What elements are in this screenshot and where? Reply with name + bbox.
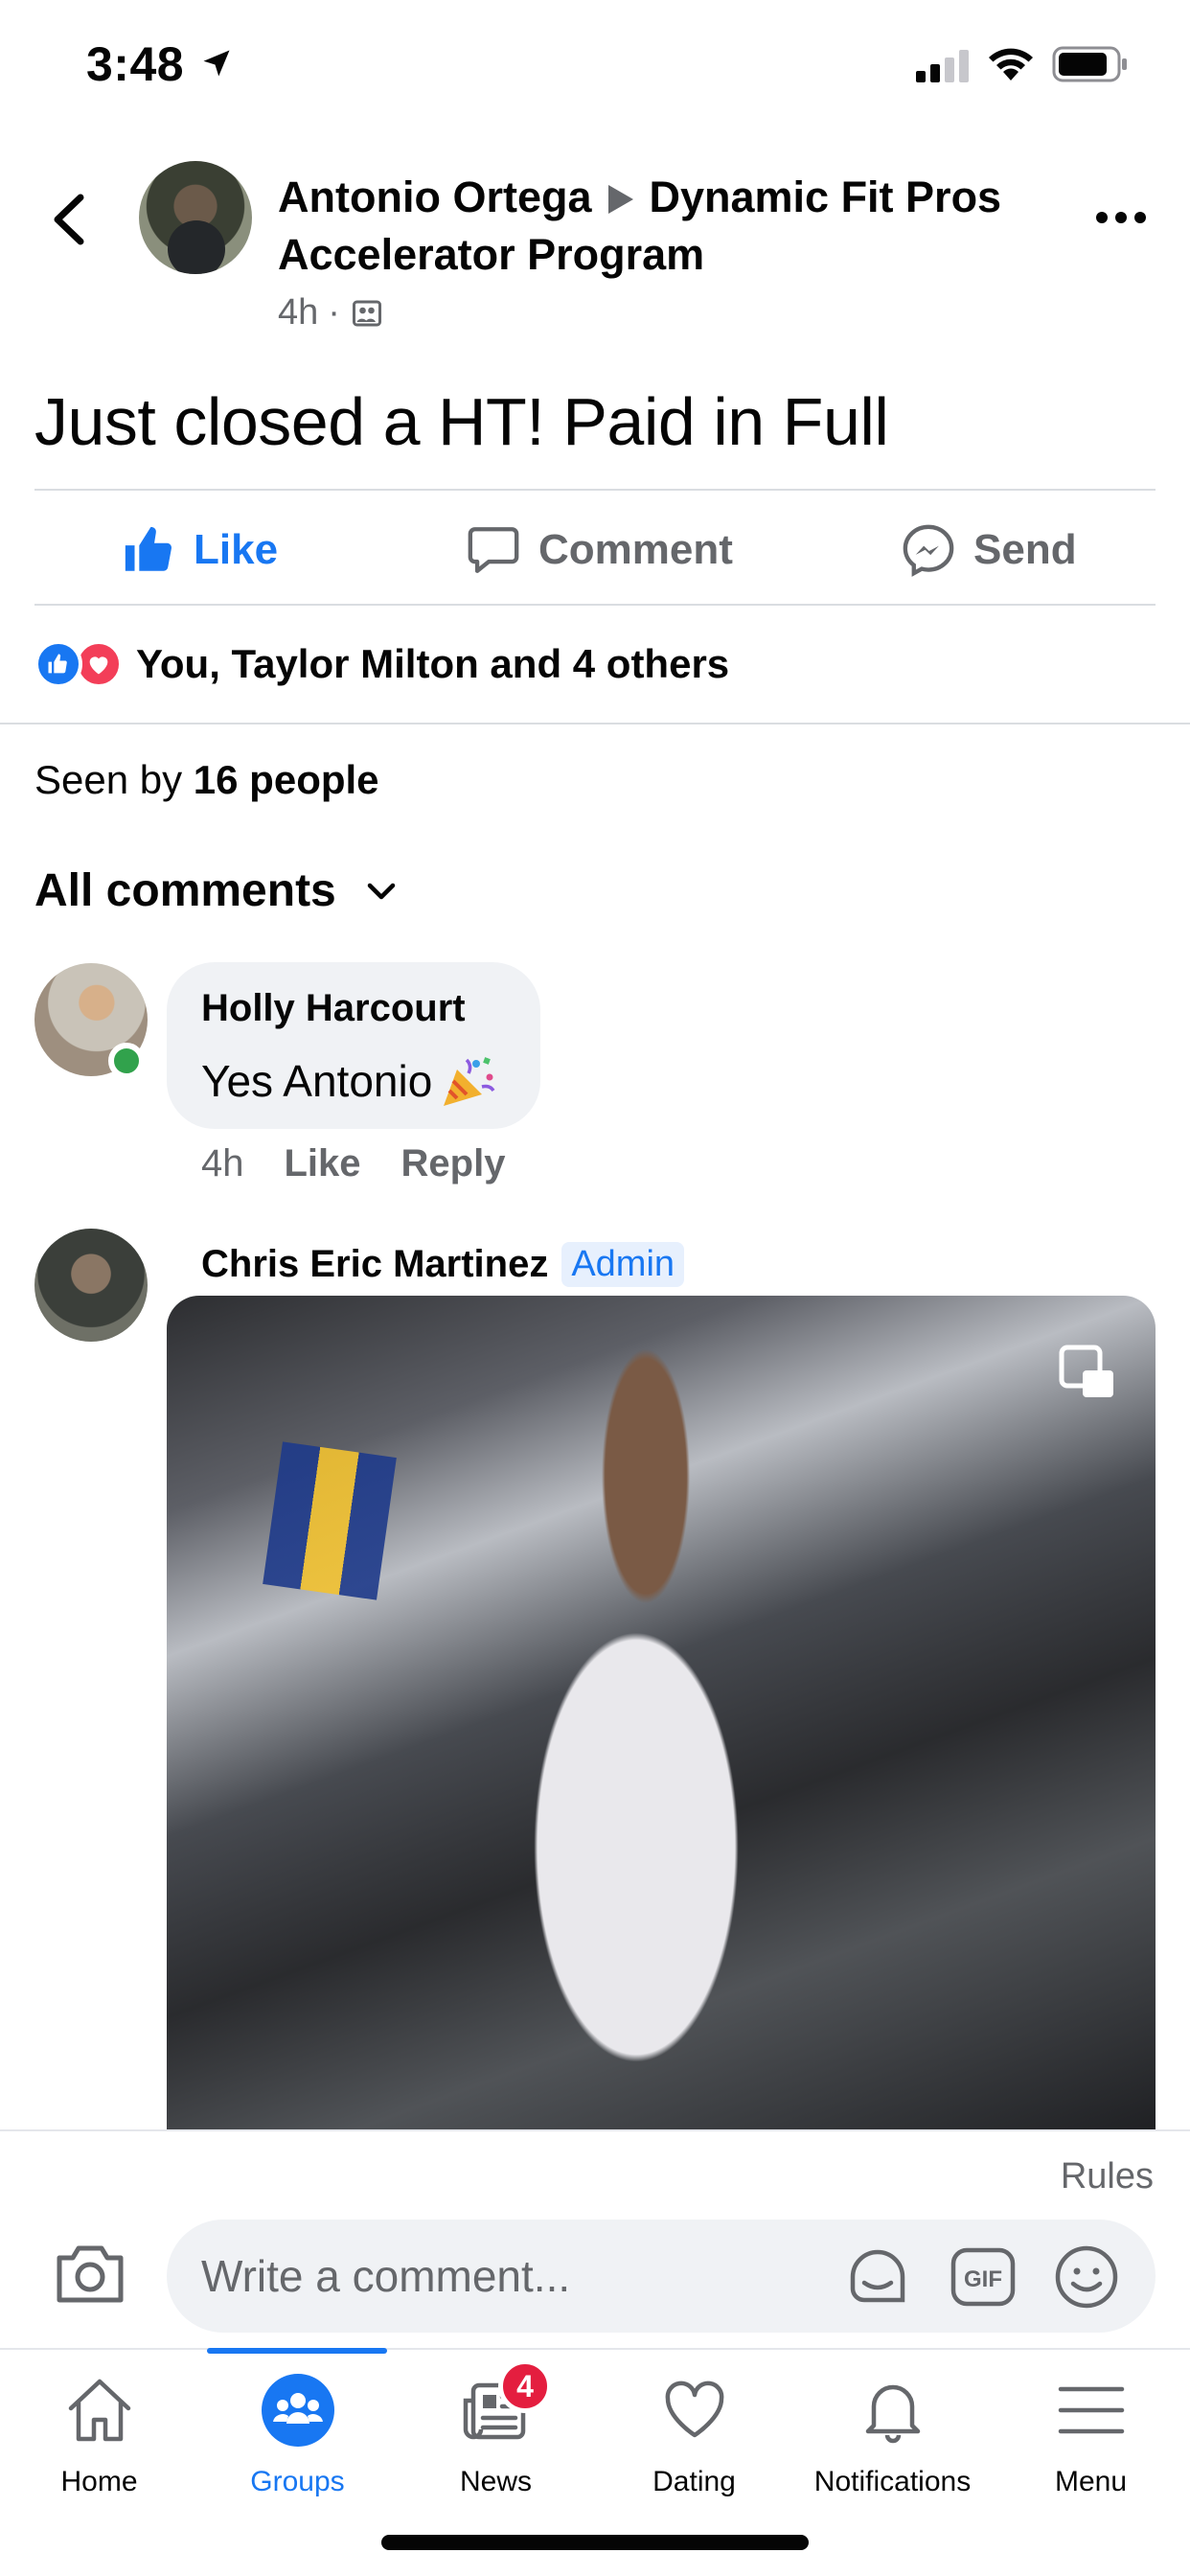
gif-subject — [406, 1324, 885, 2139]
group-privacy-icon — [352, 300, 381, 326]
rules-link[interactable]: Rules — [1061, 2156, 1154, 2197]
admin-badge: Admin — [561, 1242, 685, 1287]
post-title: Antonio Ortega Dynamic Fit Pros — [278, 172, 1001, 222]
wifi-icon — [989, 48, 1033, 80]
comment-age: 4h — [201, 1142, 244, 1184]
post-meta: 4h · — [278, 292, 384, 334]
comment-author[interactable]: Holly Harcourt — [201, 987, 466, 1030]
comment-reply-link[interactable]: Reply — [401, 1142, 506, 1185]
avatar[interactable] — [34, 1229, 148, 1342]
tab-label: Menu — [1054, 2466, 1128, 2497]
thumbs-up-icon — [125, 526, 172, 571]
post-age[interactable]: 4h — [278, 292, 318, 334]
seen-by-count: 16 people — [193, 757, 379, 802]
post-text: Just closed a HT! Paid in Full — [34, 384, 889, 459]
meta-separator: · — [328, 292, 340, 333]
svg-text:GIF: GIF — [964, 2266, 1002, 2292]
battery-icon — [1052, 46, 1127, 82]
comments-filter-dropdown[interactable]: All comments — [34, 864, 398, 917]
tab-label: Notifications — [813, 2466, 972, 2497]
cellular-signal-icon — [916, 50, 969, 82]
comment-text: Yes Antonio — [201, 1052, 499, 1110]
reactions-text: You, Taylor Milton and 4 others — [136, 641, 730, 686]
seen-by[interactable]: Seen by 16 people — [34, 757, 379, 803]
comment-text-content: Yes Antonio — [201, 1056, 433, 1106]
emoji-icon[interactable] — [1052, 2242, 1121, 2312]
reactions-summary[interactable]: You, Taylor Milton and 4 others — [34, 640, 729, 688]
group-name-continued[interactable]: Accelerator Program — [278, 230, 704, 280]
tab-label: Dating — [652, 2466, 736, 2497]
divider — [34, 604, 1156, 606]
send-label: Send — [973, 526, 1077, 573]
tab-notifications[interactable]: Notifications — [793, 2372, 992, 2506]
comment-button[interactable]: Comment — [466, 514, 733, 586]
tab-label: News — [459, 2466, 532, 2497]
tab-label: Groups — [250, 2466, 345, 2497]
chevron-down-icon — [367, 883, 395, 899]
arrow-right-icon — [608, 185, 634, 215]
comment-meta: 4h Like Reply — [201, 1142, 505, 1185]
like-reaction-icon — [34, 640, 82, 688]
seen-by-prefix: Seen by — [34, 757, 183, 802]
comment-author-row: Chris Eric Martinez Admin — [201, 1242, 685, 1287]
groups-icon — [261, 2374, 334, 2447]
comments-filter-label: All comments — [34, 865, 336, 916]
news-notification-badge: 4 — [498, 2359, 552, 2413]
tab-label: Home — [60, 2466, 138, 2497]
tab-groups[interactable]: Groups — [198, 2372, 397, 2506]
home-indicator — [381, 2535, 809, 2550]
gif-icon[interactable]: GIF — [949, 2242, 1018, 2312]
back-chevron-icon[interactable] — [46, 192, 92, 247]
bell-icon — [865, 2384, 920, 2444]
tab-menu[interactable]: Menu — [992, 2372, 1190, 2506]
home-icon — [68, 2379, 130, 2442]
like-label: Like — [194, 526, 279, 573]
comment-like-link[interactable]: Like — [285, 1142, 361, 1185]
gif-flag-detail — [263, 1441, 397, 1600]
send-button[interactable]: Send — [901, 514, 1077, 586]
author-name[interactable]: Antonio Ortega — [278, 172, 591, 221]
more-options-icon[interactable] — [1092, 203, 1150, 232]
tab-news[interactable]: News — [397, 2372, 595, 2506]
comment-author[interactable]: Chris Eric Martinez — [201, 1243, 548, 1286]
online-status-indicator — [108, 1043, 145, 1079]
menu-icon — [1058, 2386, 1124, 2434]
tab-home[interactable]: Home — [0, 2372, 198, 2506]
messenger-icon — [903, 524, 954, 577]
status-time: 3:48 — [86, 37, 185, 91]
location-arrow-icon — [203, 50, 230, 77]
author-avatar[interactable] — [139, 161, 252, 274]
avatar-sticker-icon[interactable] — [843, 2242, 912, 2312]
comment-gif[interactable] — [167, 1296, 1156, 2139]
divider — [0, 723, 1190, 724]
tab-dating[interactable]: Dating — [595, 2372, 793, 2506]
status-bar: 3:48 — [0, 0, 1190, 129]
party-popper-icon — [444, 1057, 495, 1106]
picture-in-picture-icon[interactable] — [1058, 1344, 1117, 1403]
divider — [34, 489, 1156, 491]
comment-label: Comment — [538, 526, 733, 573]
comment-icon — [468, 527, 519, 573]
camera-icon[interactable] — [54, 2239, 126, 2308]
like-button[interactable]: Like — [121, 514, 278, 586]
heart-icon — [665, 2380, 723, 2438]
group-name[interactable]: Dynamic Fit Pros — [649, 172, 1001, 221]
active-tab-indicator — [207, 2348, 387, 2354]
